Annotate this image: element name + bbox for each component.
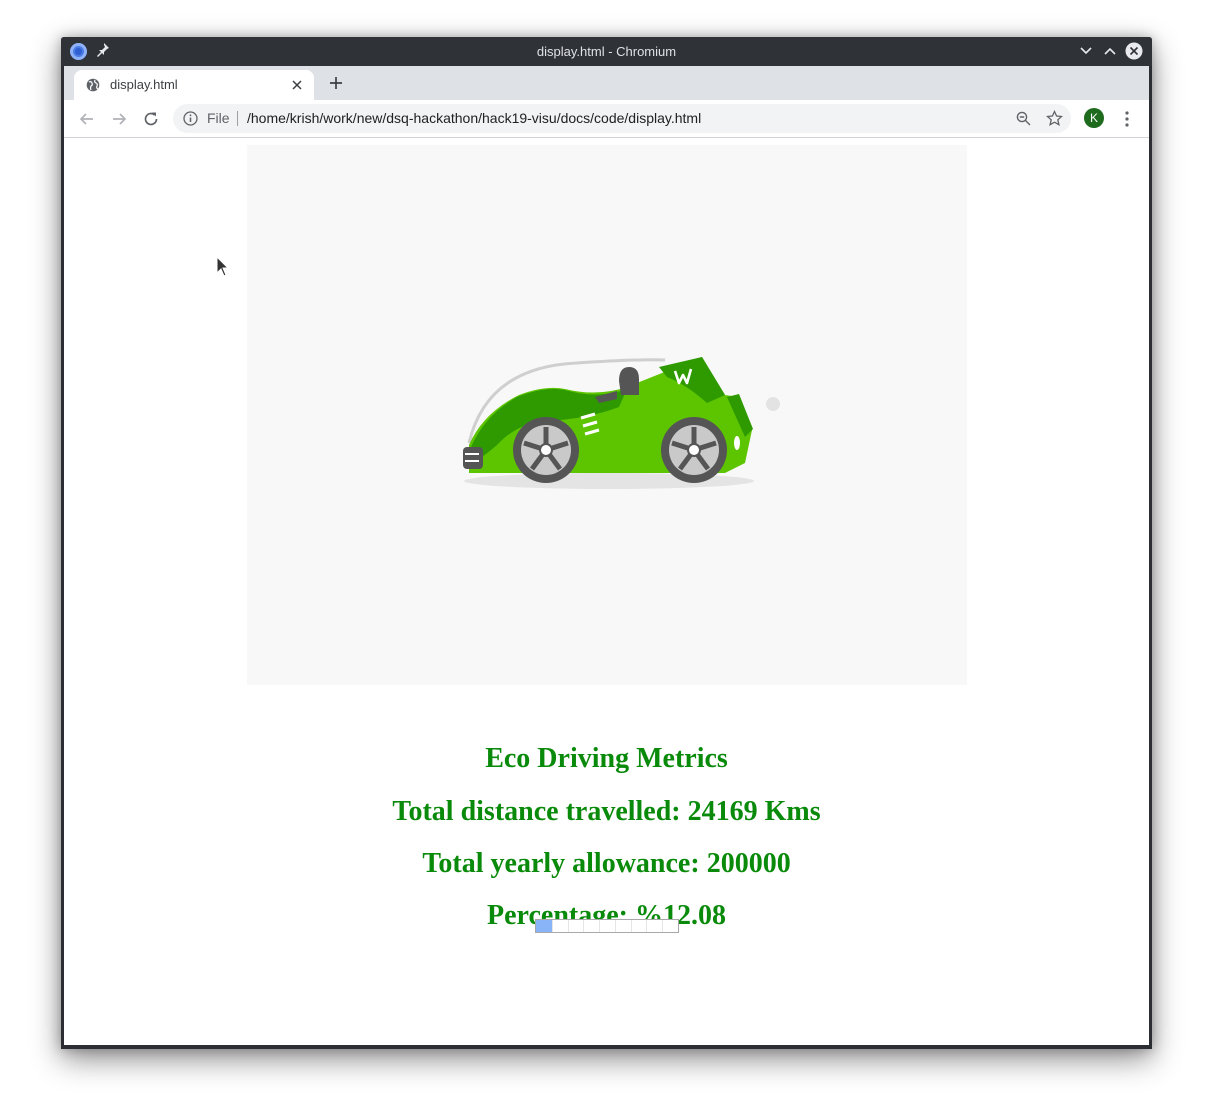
progress-segment (568, 920, 569, 932)
tab-label: display.html (110, 77, 178, 92)
zoom-icon[interactable] (1016, 111, 1031, 126)
progress-segment (662, 920, 663, 932)
tab-display[interactable]: display.html (74, 70, 314, 100)
scheme-divider (237, 111, 238, 126)
browser-toolbar: File /home/krish/work/new/dsq-hackathon/… (64, 100, 1149, 138)
progress-segment (615, 920, 616, 932)
close-window-icon[interactable] (1125, 42, 1143, 60)
title-bar: display.html - Chromium (61, 37, 1152, 66)
back-icon[interactable] (77, 109, 97, 129)
tab-strip: display.html (64, 66, 1149, 100)
progress-bar (535, 919, 679, 933)
page-title: Eco Driving Metrics (485, 743, 728, 774)
allowance-metric: Total yearly allowance: 200000 (422, 848, 791, 879)
progress-fill (536, 920, 553, 932)
eco-car-image (247, 145, 967, 685)
progress-segment (646, 920, 647, 932)
close-tab-icon[interactable] (290, 78, 304, 92)
progress-segment (631, 920, 632, 932)
progress-segment (599, 920, 600, 932)
info-icon[interactable] (183, 111, 198, 126)
maximize-icon[interactable] (1101, 42, 1119, 60)
progress-segment (552, 920, 553, 932)
bookmark-star-icon[interactable] (1045, 109, 1064, 127)
window-title: display.html - Chromium (536, 44, 677, 59)
url-text[interactable]: /home/krish/work/new/dsq-hackathon/hack1… (247, 104, 701, 133)
profile-avatar[interactable]: K (1084, 108, 1104, 128)
minimize-icon[interactable] (1077, 42, 1095, 60)
address-bar[interactable]: File /home/krish/work/new/dsq-hackathon/… (173, 104, 1071, 133)
globe-icon (86, 78, 100, 92)
new-tab-icon[interactable] (326, 73, 346, 93)
reload-icon[interactable] (141, 109, 161, 129)
browser-window: display.html - Chromium display.html Fil… (61, 37, 1152, 1049)
forward-icon[interactable] (109, 109, 129, 129)
progress-segment (678, 920, 679, 932)
mouse-cursor-icon (216, 255, 230, 278)
progress-segment (583, 920, 584, 932)
url-scheme-label: File (207, 110, 230, 126)
kebab-menu-icon[interactable] (1120, 109, 1134, 129)
distance-metric: Total distance travelled: 24169 Kms (392, 796, 821, 827)
